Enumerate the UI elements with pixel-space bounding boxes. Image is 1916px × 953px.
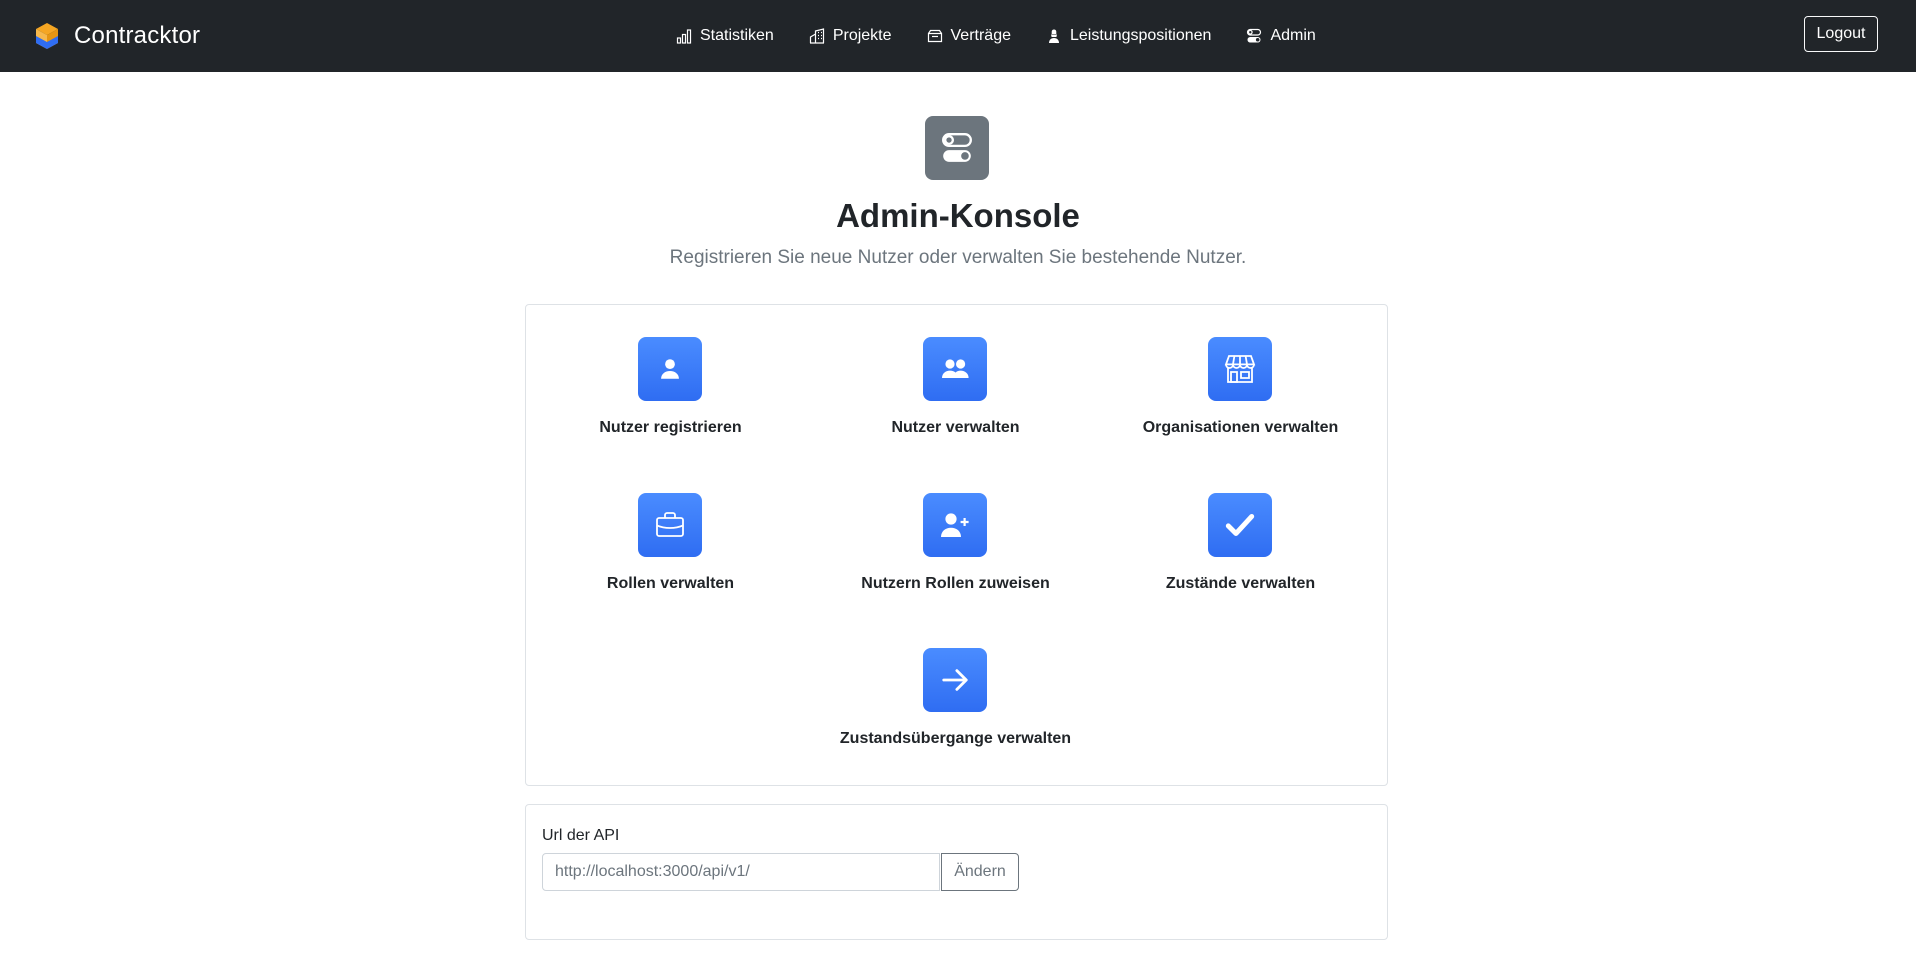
page-title: Admin-Konsole (836, 197, 1080, 234)
tile-icon-box (638, 337, 702, 401)
tile-icon-box (1208, 337, 1272, 401)
top-navbar: Contracktor Statistiken Projekte Verträg… (0, 0, 1916, 72)
tile-nutzern-rollen-zuweisen[interactable]: Nutzern Rollen zuweisen (813, 461, 1098, 592)
person-icon (661, 359, 679, 379)
nav-item-vertraege[interactable]: Verträge (927, 24, 1011, 48)
tile-label: Nutzern Rollen zuweisen (861, 575, 1050, 592)
tile-icon-box (638, 493, 702, 557)
tile-nutzer-registrieren[interactable]: Nutzer registrieren (528, 305, 813, 436)
tile-label: Zustände verwalten (1165, 575, 1316, 592)
tile-icon-box (923, 493, 987, 557)
toggles-icon (1247, 28, 1262, 43)
nav-item-label: Projekte (832, 27, 892, 44)
tile-nutzer-verwalten[interactable]: Nutzer verwalten (813, 305, 1098, 436)
brand-name: Contracktor (74, 22, 201, 49)
main-nav: Statistiken Projekte Verträge Leistungsp… (676, 24, 1351, 48)
tile-label: Zustandsübergange verwalten (839, 730, 1072, 747)
worker-icon (1049, 29, 1059, 43)
arrow-right-icon (942, 669, 968, 691)
brand-logo-icon (36, 23, 58, 49)
tile-label: Rollen verwalten (606, 575, 735, 592)
person-plus-icon (941, 513, 969, 537)
nav-item-admin[interactable]: Admin (1246, 24, 1316, 48)
page-lead: Registrieren Sie neue Nutzer oder verwal… (669, 247, 1247, 268)
people-icon (942, 359, 969, 378)
api-change-button[interactable]: Ändern (941, 853, 1019, 891)
tile-label: Organisationen verwalten (1142, 419, 1339, 436)
briefcase-icon (656, 512, 684, 537)
brand-link[interactable]: Contracktor (34, 20, 200, 52)
nav-item-projekte[interactable]: Projekte (809, 24, 892, 48)
nav-item-label: Admin (1270, 27, 1316, 44)
nav-item-label: Statistiken (700, 27, 774, 44)
tile-rollen-verwalten[interactable]: Rollen verwalten (528, 461, 813, 592)
nav-item-label: Leistungspositionen (1070, 27, 1212, 44)
tile-zustandsuebergange-verwalten[interactable]: Zustandsübergange verwalten (813, 616, 1098, 747)
nav-item-leistungspositionen[interactable]: Leistungspositionen (1046, 24, 1211, 48)
shop-icon (1224, 355, 1256, 383)
tile-icon-box (1208, 493, 1272, 557)
logout-button[interactable]: Logout (1804, 16, 1878, 52)
api-settings-card: Url der API Ändern (525, 804, 1388, 940)
admin-hero-icon-box (925, 116, 989, 180)
admin-actions-card: Nutzer registrieren Nutzer verwalten Org… (525, 304, 1388, 786)
buildings-icon (809, 28, 824, 44)
tile-icon-box (923, 648, 987, 712)
tile-organisationen-verwalten[interactable]: Organisationen verwalten (1098, 305, 1383, 436)
check-icon (1225, 513, 1255, 537)
tile-label: Nutzer registrieren (599, 419, 742, 436)
bar-chart-icon (676, 29, 692, 44)
tile-label: Nutzer verwalten (891, 419, 1020, 436)
nav-item-statistiken[interactable]: Statistiken (676, 24, 774, 48)
toggles-icon (942, 133, 972, 162)
tile-zustaende-verwalten[interactable]: Zustände verwalten (1098, 461, 1383, 592)
inbox-icon (927, 29, 942, 43)
api-url-label: Url der API (542, 827, 620, 844)
api-url-input[interactable] (542, 853, 940, 891)
tile-icon-box (923, 337, 987, 401)
nav-item-label: Verträge (950, 27, 1011, 44)
